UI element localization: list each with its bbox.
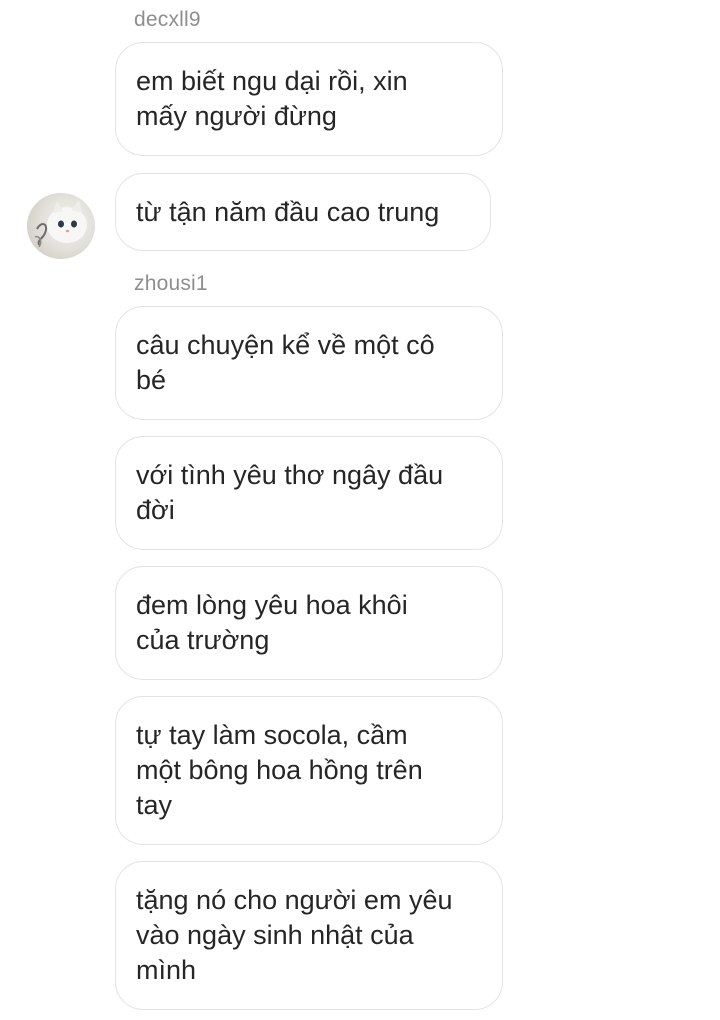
- message-bubble[interactable]: từ tận năm đầu cao trung: [115, 173, 491, 251]
- message-bubble[interactable]: với tình yêu thơ ngây đầu đời: [115, 436, 503, 550]
- message-bubble[interactable]: em biết ngu dại rồi, xin mấy người đừng: [115, 42, 503, 156]
- message-bubble[interactable]: câu chuyện kể về một cô bé: [115, 306, 503, 420]
- message-bubble[interactable]: tự tay làm socola, cầm một bông hoa hồng…: [115, 696, 503, 845]
- sender-avatar[interactable]: [27, 193, 95, 259]
- sender-username: zhousi1: [134, 272, 208, 295]
- cat-avatar-icon: [34, 200, 87, 248]
- message-bubble[interactable]: đem lòng yêu hoa khôi của trường: [115, 566, 503, 680]
- sender-username: decxll9: [134, 8, 201, 31]
- message-bubble[interactable]: tặng nó cho người em yêu vào ngày sinh n…: [115, 861, 503, 1010]
